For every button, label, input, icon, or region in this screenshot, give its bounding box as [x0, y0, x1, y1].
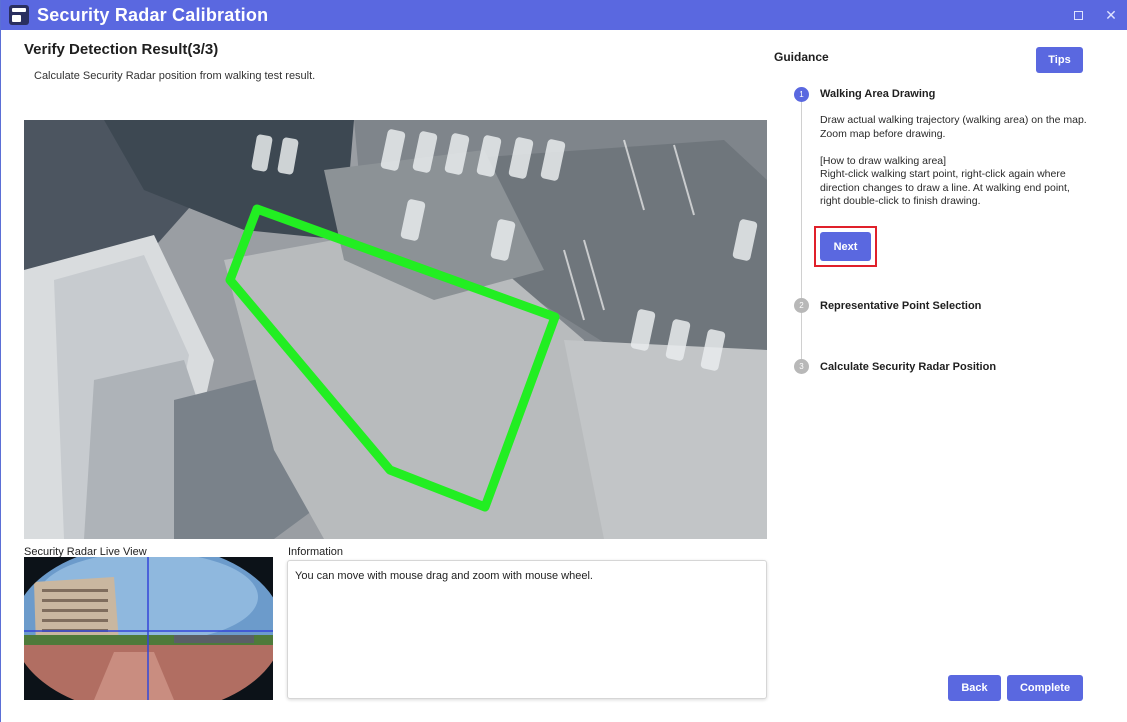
step-1-badge: 1: [794, 87, 809, 102]
app-window: Security Radar Calibration ✕ Verify Dete…: [0, 0, 1127, 722]
window-title: Security Radar Calibration: [37, 4, 269, 25]
page-subtitle: Calculate Security Radar position from w…: [34, 70, 316, 82]
step-1-how-to-heading: [How to draw walking area]: [820, 155, 947, 167]
information-text: You can move with mouse drag and zoom wi…: [295, 570, 593, 582]
complete-button[interactable]: Complete: [1007, 675, 1083, 701]
maximize-icon[interactable]: [1069, 6, 1087, 24]
step-2-badge: 2: [794, 298, 809, 313]
close-icon[interactable]: ✕: [1102, 6, 1120, 24]
step-connector-line: [801, 102, 802, 362]
aerial-map[interactable]: [24, 120, 767, 539]
information-panel: You can move with mouse drag and zoom wi…: [287, 560, 767, 699]
next-button-highlight: Next: [814, 226, 877, 267]
radar-live-view[interactable]: [24, 557, 273, 700]
next-button[interactable]: Next: [820, 232, 871, 261]
back-button[interactable]: Back: [948, 675, 1001, 701]
app-logo-icon: [9, 5, 29, 25]
step-3-badge: 3: [794, 359, 809, 374]
tips-button[interactable]: Tips: [1036, 47, 1083, 73]
guidance-title: Guidance: [774, 50, 829, 64]
step-3-label: Calculate Security Radar Position: [820, 361, 997, 373]
title-bar[interactable]: Security Radar Calibration ✕: [1, 0, 1127, 30]
step-1-description: Draw actual walking trajectory (walking …: [820, 114, 1087, 140]
information-label: Information: [288, 546, 344, 558]
aerial-map-image: [24, 120, 767, 539]
page-title: Verify Detection Result(3/3): [24, 41, 219, 58]
step-1-label: Walking Area Drawing: [820, 88, 936, 100]
step-1-how-to-text: Right-click walking start point, right-c…: [820, 168, 1070, 207]
step-2-label: Representative Point Selection: [820, 300, 982, 312]
live-view-image: [24, 557, 273, 700]
